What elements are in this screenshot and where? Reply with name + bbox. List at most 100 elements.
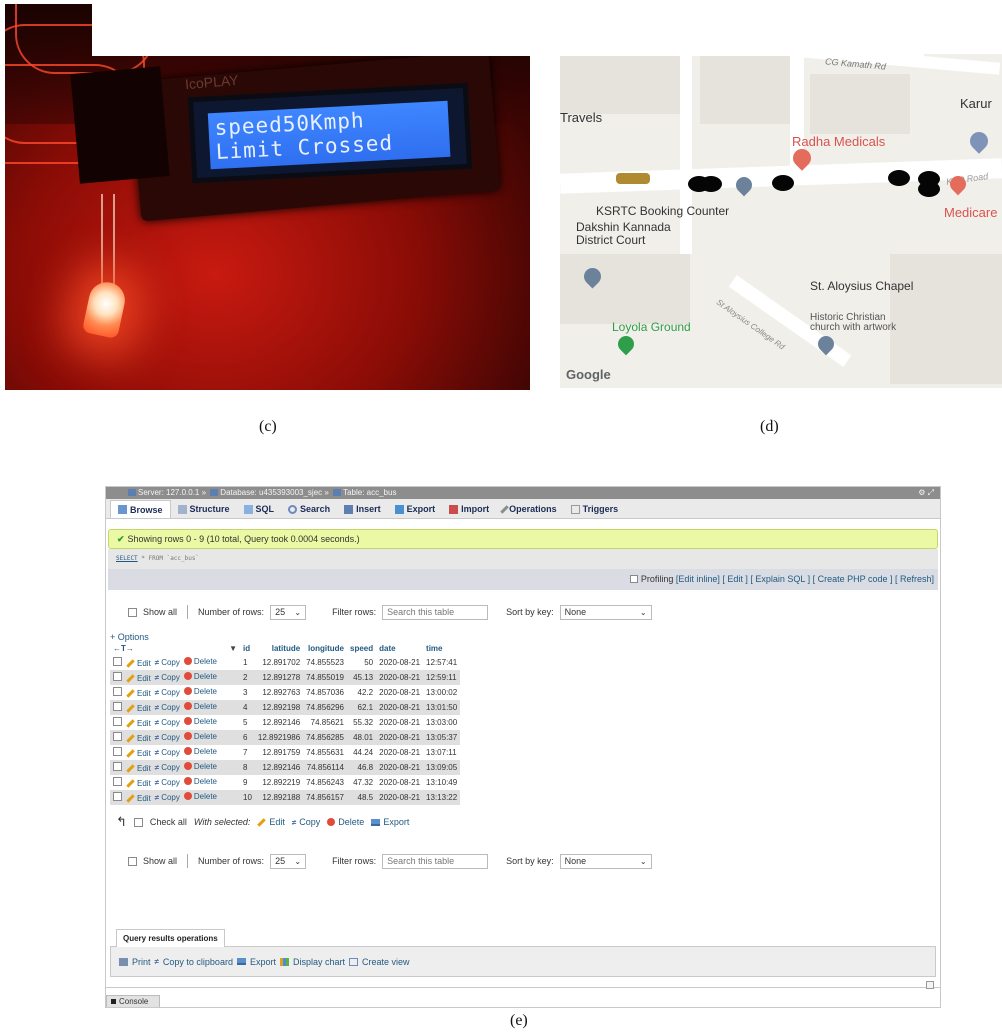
copy-button[interactable]: ≠ Copy (155, 733, 180, 742)
edit-button[interactable]: Edit (126, 764, 151, 773)
cell-date: 2020-08-21 (376, 685, 424, 700)
column-header[interactable]: time (423, 642, 461, 655)
tab-sql[interactable]: SQL (237, 500, 282, 518)
delete-button[interactable]: Delete (183, 672, 217, 681)
table-row[interactable]: Edit ≠ Copy Delete 3 12.892763 74.857036 42.2 20… (110, 685, 461, 700)
row-checkbox[interactable] (113, 777, 122, 787)
delete-button[interactable]: Delete (183, 777, 217, 786)
table-row[interactable]: Edit ≠ Copy Delete 4 12.892198 74.856296 62.1 20… (110, 700, 461, 715)
filter-input[interactable]: Search this table (382, 604, 489, 620)
options-link[interactable]: + Options (110, 632, 940, 642)
create-view-link[interactable]: Create view (362, 957, 410, 967)
row-checkbox[interactable] (113, 792, 122, 802)
table-row[interactable]: Edit ≠ Copy Delete 1 12.891702 74.855523 50 2020… (110, 655, 461, 670)
delete-button[interactable]: Delete (183, 657, 217, 666)
table-row[interactable]: Edit ≠ Copy Delete 7 12.891759 74.855631 44.24 2… (110, 745, 461, 760)
sort-arrow-icon[interactable]: ▼ (229, 644, 237, 653)
edit-button[interactable]: Edit (126, 704, 151, 713)
column-header[interactable]: longitude (303, 642, 347, 655)
cell-id: 8 (240, 760, 255, 775)
row-checkbox[interactable] (113, 762, 122, 772)
table-row[interactable]: Edit ≠ Copy Delete 8 12.892146 74.856114 46.8 20… (110, 760, 461, 775)
delete-button[interactable]: Delete (183, 747, 217, 756)
filter-input[interactable]: Search this table (382, 853, 489, 869)
cell-date: 2020-08-21 (376, 790, 424, 805)
row-checkbox[interactable] (113, 747, 122, 757)
row-checkbox[interactable] (113, 717, 122, 727)
row-checkbox[interactable] (113, 732, 122, 742)
export-link[interactable]: Export (250, 957, 276, 967)
table-row[interactable]: Edit ≠ Copy Delete 5 12.892146 74.85621 55.32 20… (110, 715, 461, 730)
table-row[interactable]: Edit ≠ Copy Delete 10 12.892188 74.856157 48.5 2… (110, 790, 461, 805)
tab-search[interactable]: Search (281, 500, 337, 518)
delete-button[interactable]: Delete (183, 702, 217, 711)
row-checkbox[interactable] (113, 657, 122, 667)
scroll-grip[interactable] (926, 981, 934, 989)
copy-button[interactable]: ≠ Copy (155, 778, 180, 787)
copy-button[interactable]: ≠ Copy (155, 748, 180, 757)
check-all-checkbox[interactable] (133, 817, 143, 827)
edit-button[interactable]: Edit (126, 734, 151, 743)
edit-button[interactable]: Edit (126, 779, 151, 788)
breadcrumb-server[interactable]: Server: 127.0.0.1 (138, 488, 199, 497)
copy-button[interactable]: ≠ Copy (155, 688, 180, 697)
edit-button[interactable]: Edit (126, 689, 151, 698)
column-header[interactable]: date (376, 642, 424, 655)
sort-select[interactable]: None ⌄ (559, 853, 652, 869)
copy-button[interactable]: ≠ Copy (155, 658, 180, 667)
tab-browse[interactable]: Browse (110, 500, 171, 518)
copy-to-clipboard-link[interactable]: Copy to clipboard (163, 957, 233, 967)
bulk-edit-button[interactable]: Edit (257, 817, 285, 827)
delete-button[interactable]: Delete (183, 687, 217, 696)
sql-keyword[interactable]: SELECT (116, 555, 138, 562)
edit-button[interactable]: Edit (126, 749, 151, 758)
cell-time: 13:13:22 (423, 790, 461, 805)
delete-button[interactable]: Delete (183, 717, 217, 726)
column-header[interactable]: id (240, 642, 255, 655)
query-tool-links[interactable]: [Edit inline] [ Edit ] [ Explain SQL ] [… (676, 574, 934, 584)
row-checkbox[interactable] (113, 687, 122, 697)
row-checkbox[interactable] (113, 702, 122, 712)
display-chart-link[interactable]: Display chart (293, 957, 345, 967)
copy-button[interactable]: ≠ Copy (155, 718, 180, 727)
breadcrumb-table[interactable]: Table: acc_bus (343, 488, 396, 497)
rows-select[interactable]: 25 ⌄ (270, 604, 307, 620)
tab-triggers[interactable]: Triggers (564, 500, 626, 518)
edit-button[interactable]: Edit (126, 659, 151, 668)
copy-button[interactable]: ≠ Copy (155, 703, 180, 712)
tab-operations[interactable]: Operations (496, 500, 564, 518)
delete-button[interactable]: Delete (183, 792, 217, 801)
column-header[interactable]: latitude (254, 642, 304, 655)
delete-button[interactable]: Delete (183, 732, 217, 741)
copy-button[interactable]: ≠ Copy (155, 763, 180, 772)
print-link[interactable]: Print (132, 957, 151, 967)
edit-button[interactable]: Edit (126, 719, 151, 728)
copy-button[interactable]: ≠ Copy (155, 673, 180, 682)
rows-select[interactable]: 25 ⌄ (270, 853, 307, 869)
copy-button[interactable]: ≠ Copy (155, 793, 180, 802)
edit-button[interactable]: Edit (126, 794, 151, 803)
gear-icon[interactable]: ⚙ ⤢ (918, 487, 934, 499)
tab-export[interactable]: Export (388, 500, 443, 518)
cell-time: 13:10:49 (423, 775, 461, 790)
table-row[interactable]: Edit ≠ Copy Delete 2 12.891278 74.855019 45.13 2… (110, 670, 461, 685)
show-all-checkbox[interactable] (128, 607, 137, 617)
console-toggle[interactable]: Console (106, 995, 160, 1007)
tab-insert[interactable]: Insert (337, 500, 388, 518)
sort-select[interactable]: None ⌄ (559, 604, 652, 620)
row-checkbox[interactable] (113, 672, 122, 682)
profiling-checkbox[interactable] (629, 575, 638, 583)
delete-button[interactable]: Delete (183, 762, 217, 771)
table-row[interactable]: Edit ≠ Copy Delete 9 12.892219 74.856243 47.32 2… (110, 775, 461, 790)
table-row[interactable]: Edit ≠ Copy Delete 6 12.8921986 74.856285 48.01… (110, 730, 461, 745)
bulk-export-button[interactable]: Export (371, 817, 409, 827)
edit-button[interactable]: Edit (126, 674, 151, 683)
bulk-delete-button[interactable]: Delete (327, 817, 364, 827)
column-header[interactable]: speed (347, 642, 377, 655)
tab-structure[interactable]: Structure (171, 500, 237, 518)
show-all-checkbox[interactable] (128, 856, 137, 866)
bulk-copy-button[interactable]: ≠ Copy (292, 817, 320, 827)
breadcrumb-database[interactable]: Database: u435393003_sjec (220, 488, 322, 497)
tab-import[interactable]: Import (442, 500, 496, 518)
column-toggle[interactable]: ←T→ ▼ (110, 642, 240, 655)
